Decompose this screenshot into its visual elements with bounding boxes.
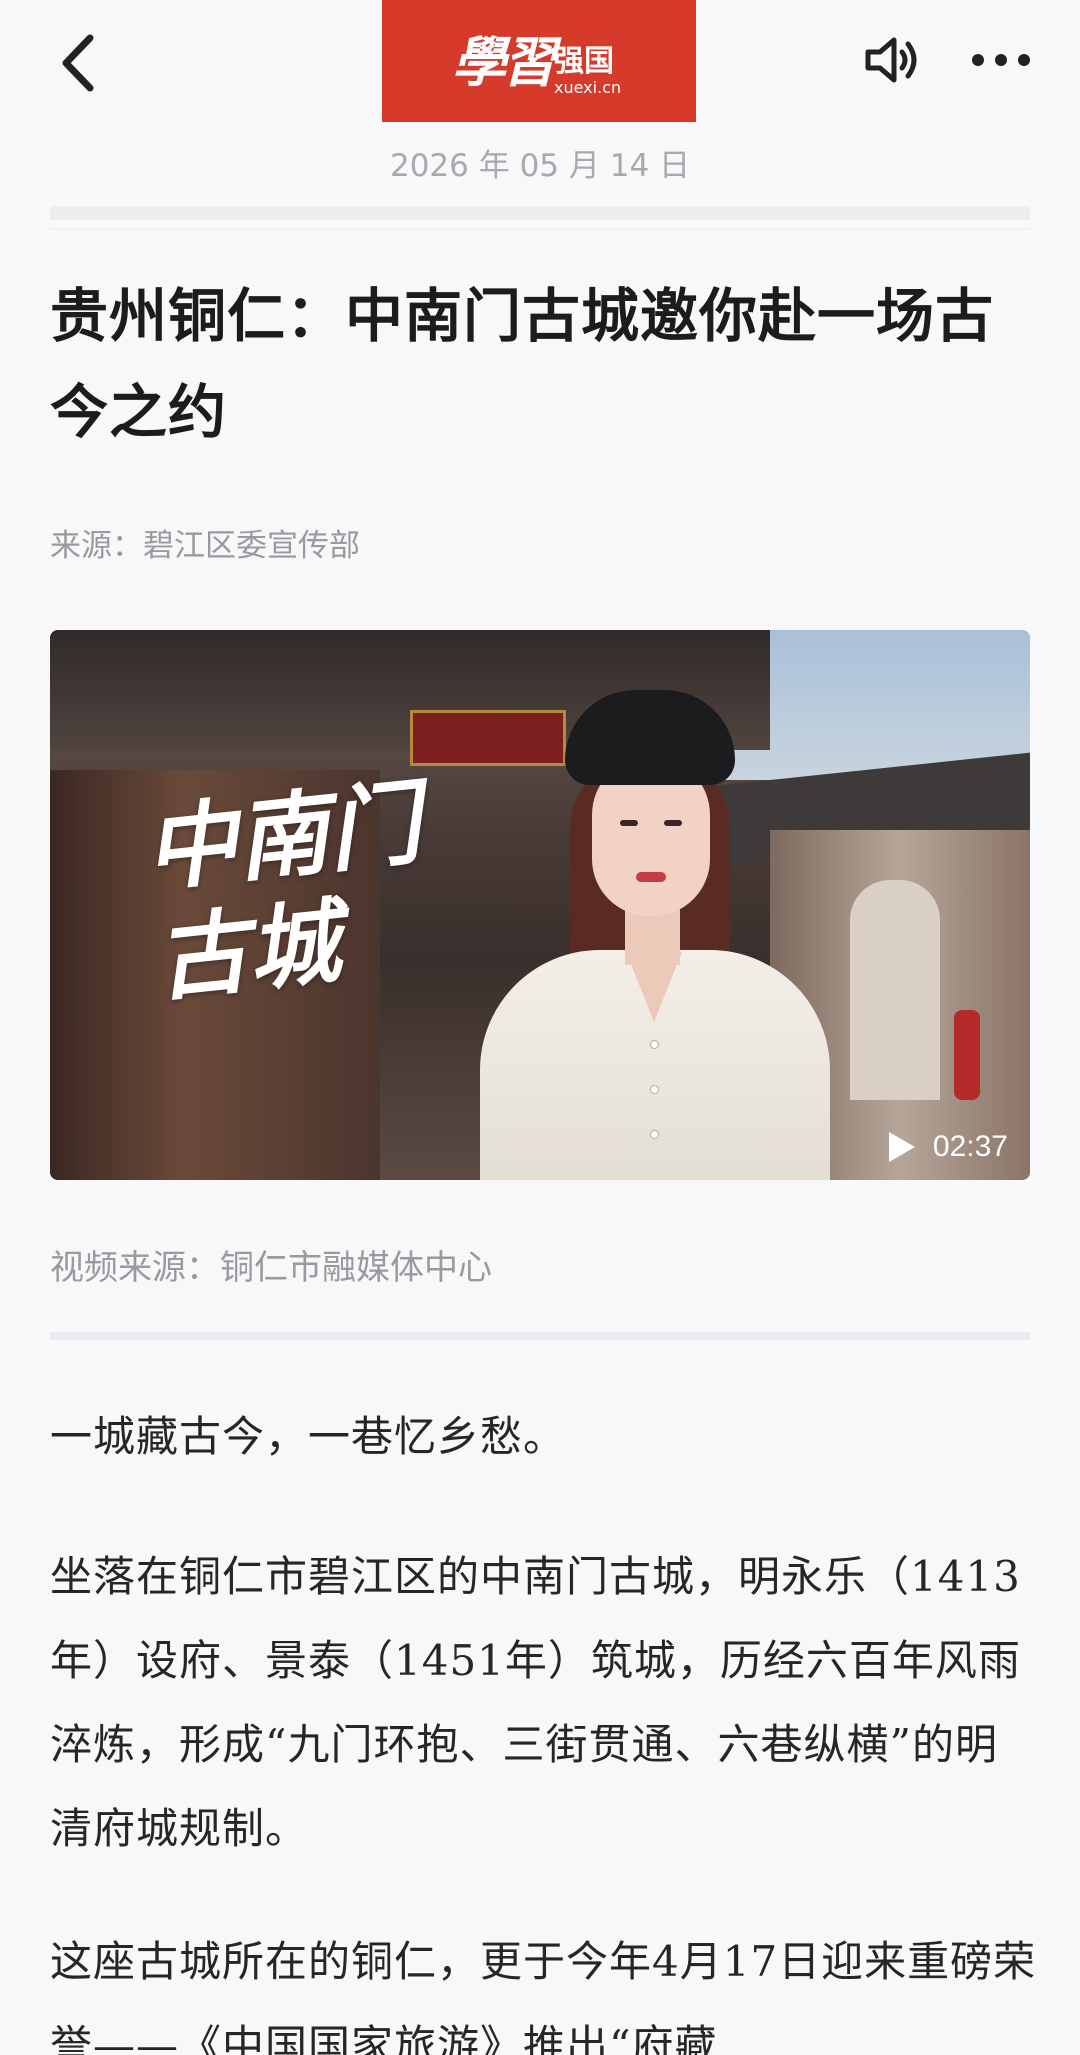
brand-calligraphy: 學習 [452, 30, 556, 94]
presenter-eye [620, 820, 638, 826]
article-paragraph: 一城藏古今，一巷忆乡愁。 [50, 1412, 567, 1461]
article-source: 来源：碧江区委宣传部 [50, 528, 360, 564]
back-button[interactable] [50, 28, 110, 98]
divider [50, 1332, 1030, 1340]
presenter-eye [664, 820, 682, 826]
sound-button[interactable] [862, 30, 922, 90]
play-icon[interactable] [888, 1132, 915, 1162]
brand-url: xuexi.cn [554, 78, 622, 97]
speaker-icon [865, 37, 917, 83]
video-duration: 02:37 [932, 1130, 1008, 1163]
top-bar: 學習 强国 xuexi.cn 2026 年 05 月 14 日 [0, 0, 1080, 200]
divider [50, 206, 1030, 220]
brand-logo: 學習 强国 xuexi.cn [382, 0, 696, 122]
article-paragraph: 坐落在铜仁市碧江区的中南门古城，明永乐（1413年）设府、景泰（1451年）筑城… [50, 1552, 1021, 1853]
divider [50, 228, 1030, 230]
blouse-button [650, 1040, 659, 1049]
video-title-calligraphy: 中南门古城 [139, 768, 426, 1015]
more-button[interactable] [970, 40, 1032, 80]
video-background [954, 1010, 980, 1100]
video-background [850, 880, 940, 1100]
chevron-left-icon [62, 34, 94, 92]
video-player[interactable]: 中南门古城 02:37 [50, 630, 1030, 1180]
article-paragraph: 这座古城所在的铜仁，更于今年4月17日迎来重磅荣誉——《中国国家旅游》推出“府藏 [50, 1937, 1037, 2055]
blouse-button [650, 1085, 659, 1094]
brand-name: 强国 [554, 44, 614, 79]
presenter-collar [626, 952, 682, 1022]
publish-date: 2026 年 05 月 14 日 [389, 148, 691, 184]
video-presenter [480, 690, 860, 1180]
presenter-beret [565, 690, 735, 785]
article-title: 贵州铜仁：中南门古城邀你赴一场古今之约 [50, 282, 995, 446]
more-dots-icon [972, 54, 1030, 66]
blouse-button [650, 1130, 659, 1139]
video-source: 视频来源：铜仁市融媒体中心 [50, 1248, 492, 1288]
presenter-lips [636, 872, 666, 882]
video-duration-overlay[interactable]: 02:37 [888, 1130, 1008, 1164]
